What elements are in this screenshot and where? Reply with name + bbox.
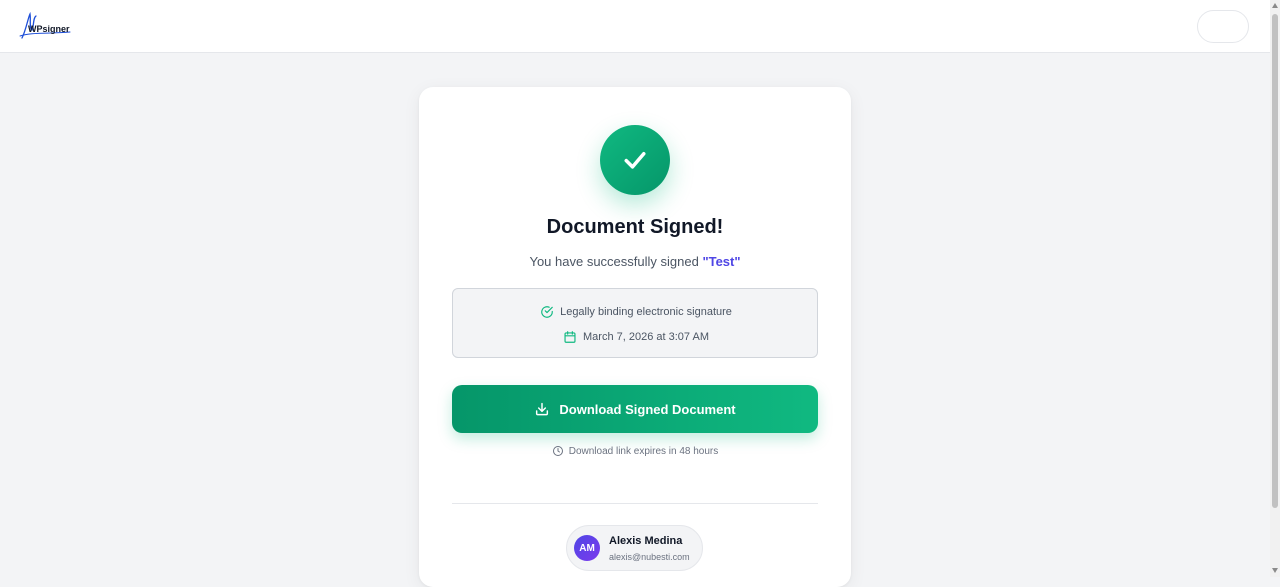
scroll-up-arrow-icon[interactable] [1272, 3, 1278, 8]
user-menu-button[interactable] [1197, 10, 1249, 43]
download-icon [536, 402, 549, 416]
scroll-thumb[interactable] [1272, 14, 1278, 508]
document-name: "Test" [702, 254, 741, 269]
download-button-label: Download Signed Document [559, 401, 736, 417]
signature-info-row: Legally binding electronic signature [453, 304, 819, 320]
check-icon [624, 152, 646, 169]
expiry-text: Download link expires in 48 hours [568, 445, 719, 457]
calendar-icon [564, 331, 576, 343]
success-badge [600, 125, 670, 195]
scroll-down-arrow-icon[interactable] [1272, 568, 1278, 573]
success-message-text: You have successfully signed [529, 254, 703, 269]
date-info-row: March 7, 2026 at 3:07 AM [453, 329, 819, 345]
page-title: Document Signed! [546, 216, 724, 238]
top-navbar: WPsigner [0, 0, 1270, 53]
avatar: AM [574, 535, 600, 561]
logo-text: WPsigner [28, 24, 70, 34]
divider [452, 503, 818, 504]
success-message: You have successfully signed "Test" [419, 254, 851, 269]
signature-info-box: Legally binding electronic signature Mar… [452, 288, 818, 358]
signed-date: March 7, 2026 at 3:07 AM [583, 331, 709, 343]
signed-confirmation-card: Document Signed! You have successfully s… [419, 87, 851, 587]
download-signed-document-button[interactable]: Download Signed Document [452, 385, 818, 433]
page-scrollbar[interactable] [1270, 0, 1280, 577]
signature-note: Legally binding electronic signature [560, 306, 732, 318]
signer-email: alexis@nubesti.com [609, 552, 690, 562]
signer-name: Alexis Medina [609, 535, 683, 547]
circle-check-icon [541, 306, 553, 318]
clock-icon [552, 446, 563, 456]
signer-chip: AM Alexis Medina alexis@nubesti.com [566, 525, 703, 571]
wpsigner-logo[interactable]: WPsigner [18, 10, 74, 42]
download-expiry-note: Download link expires in 48 hours [419, 444, 851, 458]
